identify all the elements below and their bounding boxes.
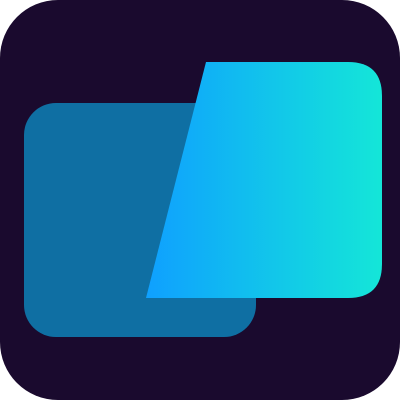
app-icon: [0, 0, 400, 400]
icon-stage: [0, 0, 400, 400]
